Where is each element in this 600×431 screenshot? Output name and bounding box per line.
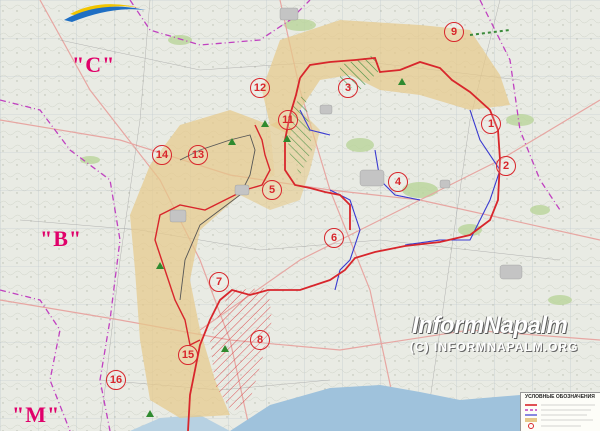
zone-badge-12[interactable]: 12 [250, 78, 270, 98]
zone-badge-1[interactable]: 1 [481, 114, 501, 134]
map-canvas[interactable]: 9 3 12 11 1 14 13 2 4 5 6 7 8 15 16 "C" … [0, 0, 600, 431]
zone-badge-13[interactable]: 13 [188, 145, 208, 165]
zone-badge-3[interactable]: 3 [338, 78, 358, 98]
logo-title: InformNapalm [412, 312, 568, 339]
zone-badge-14[interactable]: 14 [152, 145, 172, 165]
logo-copyright: (C) INFORMNAPALM.ORG [410, 340, 579, 354]
zone-badge-4[interactable]: 4 [388, 172, 408, 192]
legend-swatches [525, 404, 595, 429]
sector-label-c: "C" [72, 52, 116, 77]
zone-badge-9[interactable]: 9 [444, 22, 464, 42]
sector-label-m: "M" [12, 402, 61, 427]
zone-badge-16[interactable]: 16 [106, 370, 126, 390]
map-legend: УСЛОВНЫЕ ОБОЗНАЧЕНИЯ [520, 392, 600, 431]
zone-badge-15[interactable]: 15 [178, 345, 198, 365]
sector-label-b: "B" [40, 226, 83, 251]
zone-badge-6[interactable]: 6 [324, 228, 344, 248]
zone-badge-8[interactable]: 8 [250, 330, 270, 350]
zone-badge-7[interactable]: 7 [209, 272, 229, 292]
zone-badge-11[interactable]: 11 [278, 110, 298, 130]
zone-badge-5[interactable]: 5 [262, 180, 282, 200]
informnapalm-logo-icon [64, 4, 146, 22]
zone-badge-2[interactable]: 2 [496, 156, 516, 176]
